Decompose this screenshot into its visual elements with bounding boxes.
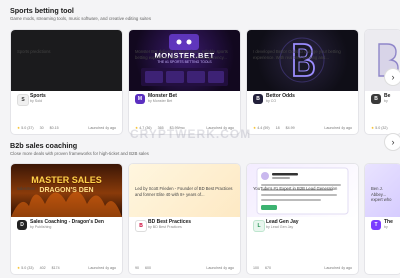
card-author: by Monster Bet (148, 99, 173, 103)
avatar: B (253, 94, 263, 104)
section-title: B2b sales coaching (10, 141, 78, 150)
section-title: Sports betting tool (10, 6, 74, 15)
member-count: 670 (265, 266, 271, 270)
price: $174 (51, 266, 60, 270)
card-author: by BD Best Practices (148, 225, 182, 229)
card-meta: 90 600 Launched 4y ago (135, 266, 234, 270)
star-icon: ★ (17, 126, 21, 130)
launch-date: Launched 4y ago (88, 126, 116, 130)
card-row: S Sports by Sold Sports predictions ★ 5.… (10, 29, 400, 135)
star-icon: ★ (253, 126, 257, 130)
card-author: by CO (266, 99, 277, 103)
card-meta: ★ 5.0 (32) (371, 126, 395, 130)
price: $0.15 (49, 126, 59, 130)
watermark: CRYPTWERK.COM (130, 127, 252, 141)
card-row: MASTER SALES DRAGON'S DEN D Sales Coachi… (10, 163, 400, 275)
card-description: YouTube's #1 Expert in B2B Lead Generati… (253, 186, 338, 191)
card-author: by Lead Gen Jay (266, 225, 294, 229)
section-b2b-sales: B2b sales coaching Close more deals with… (10, 133, 400, 275)
card-description: I developed Bettor Odds to change your b… (253, 49, 341, 60)
star-icon: ★ (17, 266, 21, 270)
card-meta: ★ 5.0 (33) 402 $174 Launched 4y ago (17, 266, 116, 270)
product-card-bettor-odds[interactable]: B Bettor Odds by CO I developed Bettor O… (246, 29, 359, 135)
card-meta: ★ 5.0 (37) 30 $0.15 Launched 4y ago (17, 126, 116, 130)
card-description: Sports predictions (17, 49, 51, 54)
member-count: 402 (39, 266, 46, 270)
card-description: salesmen (17, 186, 35, 191)
product-card-monster-bet[interactable]: MONSTER.BET THE #1 SPORTS BETTING TOOLS … (128, 29, 241, 135)
card-thumbnail: MONSTER.BET THE #1 SPORTS BETTING TOOLS (129, 30, 240, 91)
carousel-next-button[interactable]: › (384, 68, 400, 86)
avatar: D (17, 220, 27, 230)
product-card-bd-best-practices[interactable]: B BD Best Practices by BD Best Practices… (128, 163, 241, 275)
product-card-sports[interactable]: S Sports by Sold Sports predictions ★ 5.… (10, 29, 123, 135)
member-count: 30 (39, 126, 44, 130)
member-count: 18 (275, 126, 280, 130)
review-count: 100 (253, 266, 259, 270)
review-count: 90 (135, 266, 139, 270)
bettor-odds-logo-graphic (279, 37, 325, 83)
card-author: by Publishing (30, 225, 52, 229)
banner-title: MASTER SALES (31, 175, 102, 185)
avatar: L (253, 220, 265, 232)
card-thumbnail (247, 30, 358, 91)
section-subtitle: Game mods, streaming tools, music softwa… (10, 16, 152, 21)
chevron-right-icon: › (391, 72, 395, 82)
card-author: by (384, 99, 388, 103)
rating: ★ 4.4 (59) (253, 126, 270, 130)
rating: ★ 5.0 (37) (17, 126, 34, 130)
card-author: by Sold (30, 99, 42, 103)
launch-date: Launched 4y ago (324, 266, 352, 270)
launch-date: Launched 4y ago (206, 266, 234, 270)
card-thumbnail (11, 30, 122, 91)
launch-date: Launched 4y ago (324, 126, 352, 130)
avatar: M (135, 94, 145, 104)
chevron-right-icon: › (391, 137, 395, 147)
product-card-partial[interactable]: T The by Ben J. Abbey... expert who h... (364, 163, 400, 275)
avatar: B (135, 220, 147, 232)
card-description: Ben J. Abbey... expert who h... (371, 186, 392, 203)
section-subtitle: Close more deals with proven frameworks … (10, 151, 149, 156)
carousel-next-button[interactable]: › (384, 133, 400, 151)
card-description: Monster Bet delivers a streamlined, reli… (135, 49, 228, 60)
section-sports-betting: Sports betting tool Game mods, streaming… (10, 6, 400, 135)
member-count: 600 (145, 266, 151, 270)
card-description: Led by Scott Frieden - Founder of BD Bes… (135, 186, 233, 197)
price: $4.99 (285, 126, 295, 130)
card-meta: ★ 4.4 (59) 18 $4.99 Launched 4y ago (253, 126, 352, 130)
product-card-sales-coaching[interactable]: MASTER SALES DRAGON'S DEN D Sales Coachi… (10, 163, 123, 275)
avatar: B (371, 94, 381, 104)
banner-subtitle: THE #1 SPORTS BETTING TOOLS (157, 60, 212, 64)
product-card-lead-gen-jay[interactable]: L Lead Gen Jay by Lead Gen Jay YouTube's… (246, 163, 359, 275)
star-icon: ★ (371, 126, 375, 130)
avatar: S (17, 94, 29, 106)
card-author: by (384, 225, 388, 229)
launch-date: Launched 4y ago (88, 266, 116, 270)
card-meta: 100 670 Launched 4y ago (253, 266, 352, 270)
rating: ★ 5.0 (32) (371, 126, 388, 130)
avatar: T (371, 220, 381, 230)
rating: ★ 5.0 (33) (17, 266, 34, 270)
